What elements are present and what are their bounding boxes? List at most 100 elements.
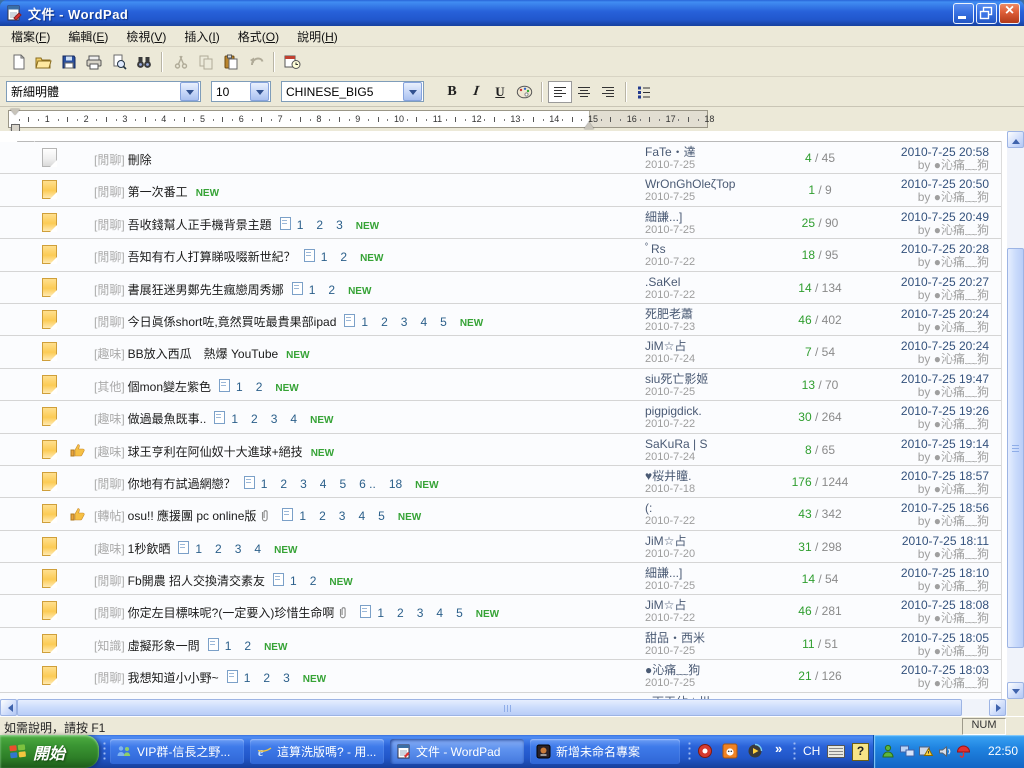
menu-item-2[interactable]: 檢視(V) (117, 26, 175, 47)
lastpost-time: 2010-7-25 20:49 (901, 210, 989, 224)
page-number: 6 .. (359, 477, 376, 491)
thread-counts: 21 / 126 (760, 669, 880, 683)
undo-button-disabled[interactable] (243, 50, 268, 74)
font-size-select[interactable]: 10 (211, 81, 271, 102)
scroll-up-button[interactable] (1007, 131, 1024, 148)
charset-select[interactable]: CHINESE_BIG5 (281, 81, 424, 102)
messenger-person-icon[interactable] (881, 744, 896, 759)
taskbar-button-project[interactable]: 新增未命名專案 (530, 739, 680, 764)
italic-button[interactable]: I (462, 81, 489, 103)
multipage-icon (360, 605, 371, 618)
bold-button[interactable]: B (440, 81, 464, 103)
taskbar-button-wordpad[interactable]: 文件 - WordPad (390, 739, 524, 764)
red-pinwheel-icon[interactable] (697, 743, 713, 759)
thread-page-icon (42, 407, 57, 426)
antivirus-umbrella-icon[interactable] (956, 744, 971, 759)
menu-item-4[interactable]: 格式(O) (229, 26, 288, 47)
cut-button-disabled[interactable] (168, 50, 193, 74)
thread-category: [閒聊] (94, 574, 125, 588)
window-title: 文件 - WordPad (28, 4, 128, 23)
menu-item-3[interactable]: 插入(I) (175, 26, 228, 47)
print-button[interactable] (81, 50, 106, 74)
save-button[interactable] (56, 50, 81, 74)
align-left-button[interactable] (548, 81, 572, 103)
author-name: ﾟRs (645, 242, 695, 256)
ruler-number: 18 (704, 114, 714, 124)
thread-counts: 30 / 264 (760, 410, 880, 424)
vertical-scrollbar[interactable] (1007, 131, 1024, 699)
vertical-scroll-thumb[interactable] (1007, 248, 1024, 648)
thread-category: [知識] (94, 639, 125, 653)
menu-item-1[interactable]: 編輯(E) (59, 26, 117, 47)
horizontal-scroll-thumb[interactable] (17, 699, 962, 716)
scroll-right-button[interactable] (989, 699, 1006, 716)
thread-row: [閒聊]吾收錢幫人正手機背景主題123NEW 細謙...] 2010-7-25 … (0, 207, 1001, 239)
page-number: 2 (215, 542, 222, 556)
thread-row: [趣味]球王亨利在阿仙奴十大進球+絕技NEW SaKuRa | S 2010-7… (0, 434, 1001, 466)
scroll-down-button[interactable] (1007, 682, 1024, 699)
restore-button[interactable] (976, 3, 997, 24)
author-name: JiM☆占 (645, 339, 695, 353)
thread-category: [閒聊] (94, 218, 125, 232)
chevron-down-icon[interactable] (250, 82, 269, 101)
reply-count: 21 (798, 669, 811, 683)
thread-lastpost: 2010-7-25 20:50 by ●沁痛﹏狗 (901, 177, 989, 204)
open-button[interactable] (31, 50, 56, 74)
ime-help-icon[interactable]: ? (852, 743, 869, 761)
thread-pages: 12345 (360, 606, 475, 620)
ruler-number: 1 (45, 114, 50, 124)
document-area[interactable]: [閒聊]刪除 FaTe・達 2010-7-25 4 / 45 2010-7-25… (0, 131, 1007, 699)
copy-button-disabled[interactable] (193, 50, 218, 74)
thread-counts: 7 / 54 (760, 345, 880, 359)
author-date: 2010-7-25 (645, 191, 735, 204)
toolbar-separator (625, 82, 627, 102)
chevron-expand-icon[interactable]: » (775, 741, 782, 756)
paste-button[interactable] (218, 50, 243, 74)
chevron-down-icon[interactable] (180, 82, 199, 101)
bullet-list-button[interactable] (632, 81, 656, 103)
language-indicator[interactable]: CH (803, 744, 820, 758)
print-preview-button[interactable] (106, 50, 131, 74)
media-player-icon[interactable] (747, 743, 763, 759)
thread-lastpost: 2010-7-25 18:03 by ●沁痛﹏狗 (901, 663, 989, 690)
multipage-icon (219, 379, 230, 392)
font-color-button[interactable] (512, 81, 536, 103)
menu-item-5[interactable]: 說明(H) (288, 26, 347, 47)
ruler-margin-area (589, 111, 707, 127)
align-right-button[interactable] (596, 81, 620, 103)
ruler-number: 13 (510, 114, 520, 124)
close-button[interactable] (999, 3, 1020, 24)
volume-icon[interactable] (938, 744, 953, 759)
find-button[interactable] (131, 50, 156, 74)
taskbar-button-ie[interactable]: e 這算洗版嗎? - 用... (250, 739, 384, 764)
page-number: 2 (319, 509, 326, 523)
paperclip-icon (337, 608, 349, 622)
scroll-left-button[interactable] (0, 699, 17, 716)
new-document-button[interactable] (6, 50, 31, 74)
wordpad-window: 文件 - WordPad 檔案(F)編輯(E)檢視(V)插入(I)格式(O)說明… (0, 0, 1024, 735)
keyboard-icon[interactable] (827, 745, 845, 758)
title-bar[interactable]: 文件 - WordPad (0, 0, 1024, 26)
right-indent-marker[interactable] (584, 117, 594, 129)
taskbar-button-msn[interactable]: VIP群-信長之野... (110, 739, 244, 764)
thread-title: 個mon變左紫色 (128, 380, 211, 394)
display-warning-icon[interactable] (919, 744, 934, 759)
minimize-button[interactable] (953, 3, 974, 24)
chevron-down-icon[interactable] (403, 82, 422, 101)
menu-item-0[interactable]: 檔案(F) (2, 26, 59, 47)
lastpost-time: 2010-7-25 18:05 (901, 631, 989, 645)
horizontal-scrollbar[interactable] (0, 699, 1007, 716)
network-icon[interactable] (900, 744, 915, 759)
reply-count: 25 (802, 216, 815, 230)
date-time-button[interactable] (280, 50, 305, 74)
thread-pages: 12 (273, 574, 329, 588)
thread-lastpost: 2010-7-25 20:28 by ●沁痛﹏狗 (901, 242, 989, 269)
view-count: / 90 (815, 216, 838, 230)
start-button[interactable]: 開始 (0, 735, 99, 768)
thread-lastpost: 2010-7-25 18:10 by ●沁痛﹏狗 (901, 566, 989, 593)
underline-button[interactable]: U (488, 81, 512, 103)
font-select[interactable]: 新細明體 (6, 81, 201, 102)
orange-app-icon[interactable] (722, 743, 738, 759)
align-center-button[interactable] (572, 81, 596, 103)
ruler-number: 7 (278, 114, 283, 124)
